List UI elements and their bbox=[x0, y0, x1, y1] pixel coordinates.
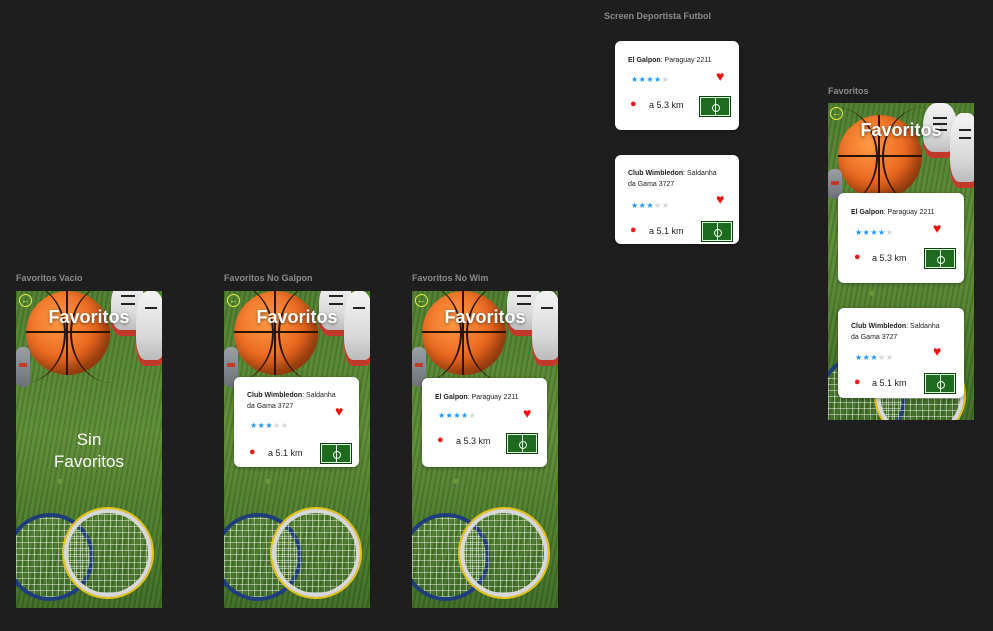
screen-favoritos-vacio: ← Favoritos Sin Favoritos bbox=[16, 291, 162, 608]
back-arrow-icon[interactable]: ← bbox=[830, 107, 843, 120]
heart-icon[interactable]: ♥ bbox=[523, 406, 531, 420]
heart-icon[interactable]: ♥ bbox=[933, 221, 941, 235]
location-pin-icon: ● bbox=[630, 224, 637, 236]
heart-icon[interactable]: ♥ bbox=[716, 192, 724, 206]
club-name: Club Wimbledon: Saldanha da Gama 3727 bbox=[851, 323, 940, 341]
screen-favoritos: ← Favoritos El Galpon: Paraguay 2211 ♥ ★… bbox=[828, 103, 974, 420]
club-name: Club Wimbledon: Saldanha da Gama 3727 bbox=[247, 392, 336, 410]
soccer-field-icon bbox=[699, 96, 731, 117]
rating-stars: ★★★★★ bbox=[438, 411, 477, 420]
rating-stars: ★★★★★ bbox=[631, 201, 670, 210]
racket-image bbox=[460, 509, 548, 597]
rating-stars: ★★★★★ bbox=[855, 353, 894, 362]
soccer-field-icon bbox=[924, 373, 956, 394]
basketball-image bbox=[26, 291, 110, 384]
frame-label-no-wim: Favoritos No Wim bbox=[412, 273, 489, 283]
location-pin-icon: ● bbox=[854, 376, 861, 388]
rating-stars: ★★★★★ bbox=[631, 75, 670, 84]
heart-icon[interactable]: ♥ bbox=[335, 404, 343, 418]
page-title: Favoritos bbox=[860, 120, 942, 140]
soccer-field-icon bbox=[320, 443, 352, 464]
distance-label: a 5.3 km bbox=[872, 253, 907, 263]
rating-stars: ★★★★★ bbox=[855, 228, 894, 237]
frame-label-favoritos: Favoritos bbox=[828, 86, 869, 96]
frame-label-no-galpon: Favoritos No Galpon bbox=[224, 273, 313, 283]
basketball-image bbox=[422, 291, 506, 384]
club-name: Club Wimbledon: Saldanha da Gama 3727 bbox=[628, 170, 717, 188]
glove-image bbox=[16, 347, 30, 387]
shoe-image bbox=[136, 291, 162, 366]
location-pin-icon: ● bbox=[437, 434, 444, 446]
page-title: Favoritos bbox=[256, 307, 338, 327]
soccer-field-icon bbox=[924, 248, 956, 269]
frame-label-deportista: Screen Deportista Futbol bbox=[604, 11, 712, 21]
soccer-field-icon bbox=[506, 433, 538, 454]
empty-state-line2: Favoritos bbox=[54, 452, 124, 471]
location-pin-icon: ● bbox=[854, 251, 861, 263]
racket-image bbox=[64, 509, 152, 597]
location-pin-icon: ● bbox=[630, 98, 637, 110]
back-arrow-icon[interactable]: ← bbox=[227, 294, 240, 307]
screen-favoritos-no-wim: ← Favoritos El Galpon: Paraguay 2211 ♥ ★… bbox=[412, 291, 558, 608]
rating-stars: ★★★★★ bbox=[250, 421, 289, 430]
page-title: Favoritos bbox=[48, 307, 130, 327]
distance-label: a 5.3 km bbox=[456, 436, 491, 446]
club-card-wimbledon[interactable]: Club Wimbledon: Saldanha da Gama 3727 ♥ … bbox=[838, 308, 964, 398]
club-card-galpon[interactable]: El Galpon: Paraguay 2211 ♥ ★★★★★ ● a 5.3… bbox=[422, 378, 547, 467]
distance-label: a 5.1 km bbox=[649, 226, 684, 236]
club-name: El Galpon: Paraguay 2211 bbox=[435, 394, 519, 401]
club-card-galpon[interactable]: El Galpon: Paraguay 2211 ♥ ★★★★★ ● a 5.3… bbox=[838, 193, 964, 283]
shoe-image bbox=[344, 291, 370, 366]
soccer-field-icon bbox=[701, 221, 733, 242]
club-card-galpon[interactable]: El Galpon: Paraguay 2211 ♥ ★★★★★ ● a 5.3… bbox=[615, 41, 739, 130]
distance-label: a 5.1 km bbox=[872, 378, 907, 388]
location-pin-icon: ● bbox=[249, 446, 256, 458]
distance-label: a 5.3 km bbox=[649, 100, 684, 110]
club-name: El Galpon: Paraguay 2211 bbox=[851, 209, 935, 216]
club-name: El Galpon: Paraguay 2211 bbox=[628, 57, 712, 64]
racket-image bbox=[272, 509, 360, 597]
heart-icon[interactable]: ♥ bbox=[716, 69, 724, 83]
club-card-wimbledon[interactable]: Club Wimbledon: Saldanha da Gama 3727 ♥ … bbox=[615, 155, 739, 244]
distance-label: a 5.1 km bbox=[268, 448, 303, 458]
heart-icon[interactable]: ♥ bbox=[933, 344, 941, 358]
back-arrow-icon[interactable]: ← bbox=[19, 294, 32, 307]
screen-favoritos-no-galpon: ← Favoritos Club Wimbledon: Saldanha da … bbox=[224, 291, 370, 608]
club-card-wimbledon[interactable]: Club Wimbledon: Saldanha da Gama 3727 ♥ … bbox=[234, 377, 359, 467]
page-title: Favoritos bbox=[444, 307, 526, 327]
frame-label-vacio: Favoritos Vacio bbox=[16, 273, 83, 283]
basketball-image bbox=[234, 291, 318, 384]
empty-state-line1: Sin bbox=[76, 430, 102, 449]
back-arrow-icon[interactable]: ← bbox=[415, 294, 428, 307]
shoe-image bbox=[532, 291, 558, 366]
